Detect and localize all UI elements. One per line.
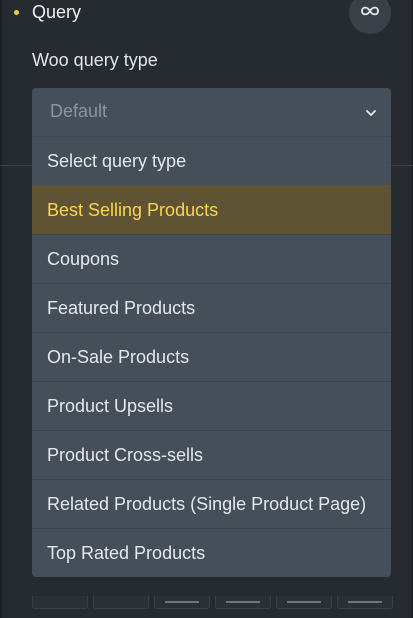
- woo-query-type-label: Woo query type: [32, 50, 158, 70]
- alignment-buttons-row: [32, 596, 393, 610]
- infinity-icon: [360, 4, 380, 22]
- select-current-value: Default: [50, 101, 108, 121]
- option-best-selling-products[interactable]: Best Selling Products: [32, 185, 391, 234]
- woo-query-type-select[interactable]: Default: [32, 88, 391, 136]
- align-line-icon: [287, 601, 321, 603]
- align-line-icon: [348, 601, 382, 603]
- option-select-query-type[interactable]: Select query type: [32, 136, 391, 185]
- query-panel: Query Woo query type Default Select quer…: [0, 0, 413, 618]
- align-button[interactable]: [32, 596, 88, 609]
- align-button[interactable]: [276, 596, 332, 609]
- align-button[interactable]: [215, 596, 271, 609]
- option-product-cross-sells[interactable]: Product Cross-sells: [32, 430, 391, 479]
- chevron-down-icon: [365, 106, 377, 118]
- left-divider: [0, 0, 2, 618]
- align-button[interactable]: [93, 596, 149, 609]
- query-type-options-list: Select query type Best Selling Products …: [32, 136, 391, 577]
- section-title: Query: [32, 2, 82, 22]
- option-top-rated-products[interactable]: Top Rated Products: [32, 528, 391, 577]
- option-product-upsells[interactable]: Product Upsells: [32, 381, 391, 430]
- align-line-icon: [226, 601, 260, 603]
- query-loop-button[interactable]: [349, 0, 391, 34]
- align-button[interactable]: [337, 596, 393, 609]
- active-indicator-dot: [14, 10, 19, 15]
- option-on-sale-products[interactable]: On-Sale Products: [32, 332, 391, 381]
- option-coupons[interactable]: Coupons: [32, 234, 391, 283]
- align-button[interactable]: [154, 596, 210, 609]
- align-line-icon: [165, 601, 199, 603]
- option-related-products[interactable]: Related Products (Single Product Page): [32, 479, 391, 528]
- query-section-header: Query: [0, 0, 413, 34]
- option-featured-products[interactable]: Featured Products: [32, 283, 391, 332]
